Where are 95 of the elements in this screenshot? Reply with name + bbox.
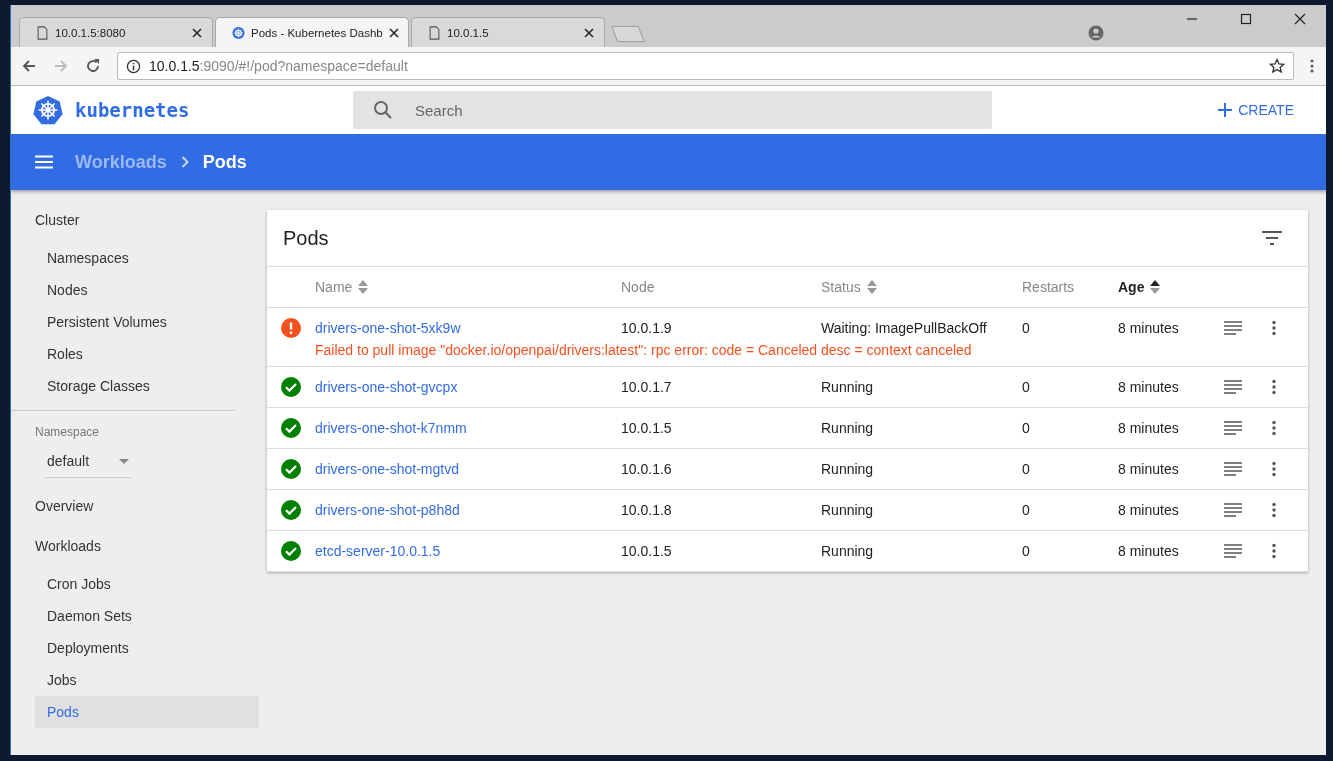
logs-icon[interactable] [1224,503,1242,517]
column-header[interactable]: Age [1118,279,1224,295]
plus-icon [1218,103,1233,117]
more-icon[interactable] [1272,543,1276,559]
sidebar-heading[interactable]: Overview [35,488,259,524]
logs-icon[interactable] [1224,380,1242,394]
table-cell-text: 8 minutes [1118,461,1180,477]
info-icon [126,58,141,74]
browser-tab[interactable]: 10.0.1.5:8080 [19,17,213,47]
namespace-dropdown[interactable]: default [45,449,131,478]
pod-link[interactable]: drivers-one-shot-5xk9w [315,320,621,336]
table-cell-text: 8 minutes [1118,543,1180,559]
close-icon[interactable] [1294,13,1306,25]
bookmark-star-icon[interactable] [1269,58,1285,74]
close-icon[interactable] [388,27,399,38]
table-cell-text: 0 [1022,502,1031,518]
column-header: Node [621,279,656,295]
sidebar-heading[interactable]: Cluster [35,202,259,238]
page-icon [428,25,441,40]
namespace-label: Namespace [35,425,101,439]
sidebar-heading[interactable]: Workloads [35,528,259,564]
column-header[interactable]: Name [315,279,621,295]
pod-link[interactable]: drivers-one-shot-gvcpx [315,379,621,395]
sidebar-item[interactable]: Roles [35,338,259,370]
table-cell-text: 10.0.1.5 [621,543,673,559]
table-cell-text: 8 minutes [1118,502,1180,518]
error-message: Failed to pull image "docker.io/openpai/drivers:latest": rpc error: code = Canceled desc = context canceled [314,342,973,360]
table-cell-text: 8 minutes [1118,420,1180,436]
sidebar-item[interactable]: Persistent Volumes [35,306,259,338]
pod-link[interactable]: drivers-one-shot-p8h8d [315,502,621,518]
table-cell-text: 0 [1022,461,1031,477]
table-cell-text: 10.0.1.6 [621,461,673,477]
sidebar-item[interactable]: Nodes [35,274,259,306]
caret-icon [119,458,129,464]
more-icon[interactable] [1272,379,1276,395]
sidebar-item[interactable]: Deployments [35,632,259,664]
table-cell-text: 0 [1022,543,1031,559]
browser-tab[interactable]: Pods - Kubernetes Dashb [215,17,409,47]
logo-text[interactable]: kubernetes [75,99,190,121]
sidebar-item[interactable]: Storage Classes [35,370,259,402]
helm-icon [232,25,245,40]
table-cell-text: Running [821,379,875,395]
chevron-icon [180,156,189,168]
page-title: Pods [202,151,247,173]
reload-icon[interactable] [85,58,101,74]
more-icon[interactable] [1272,320,1276,336]
more-icon[interactable] [1272,502,1276,518]
filter-icon[interactable] [1262,231,1282,245]
column-header[interactable]: Status [821,279,1022,295]
more-icon[interactable] [1272,420,1276,436]
search-field[interactable]: Search [413,100,972,120]
browser-tab[interactable]: 10.0.1.5 [411,17,605,47]
page-icon [36,25,49,40]
logs-icon[interactable] [1224,421,1242,435]
table-cell-text: 10.0.1.8 [621,502,673,518]
table-cell-text: Running [821,543,875,559]
back-icon[interactable] [21,58,37,74]
pod-link[interactable]: drivers-one-shot-k7nmm [315,420,621,436]
sidebar-item[interactable]: Cron Jobs [35,568,259,600]
helm-logo-icon[interactable] [33,95,63,125]
pod-link[interactable]: drivers-one-shot-mgtvd [315,461,621,477]
table-cell-text: 10.0.1.5 [621,420,673,436]
table-cell-text: 8 minutes [1118,320,1180,336]
maximize-icon[interactable] [1240,13,1252,25]
table-cell-text: 8 minutes [1118,379,1180,395]
card-title: Pods [283,226,329,250]
search-bar[interactable]: Search [353,91,992,129]
logs-icon[interactable] [1224,544,1242,558]
table-cell-text: 10.0.1.9 [621,320,673,336]
table-cell-text: 0 [1022,379,1031,395]
table-cell-text: Running [821,461,875,477]
close-icon[interactable] [584,27,594,38]
logs-icon[interactable] [1224,462,1242,476]
create-button[interactable]: CREATE [1214,98,1298,122]
table-cell-text: 0 [1022,320,1031,336]
sidebar-item[interactable]: Jobs [35,664,259,696]
menu-icon[interactable] [1310,58,1314,74]
table-cell-text: Running [821,502,875,518]
table-cell-text: 0 [1022,420,1031,436]
menu-icon[interactable] [35,155,53,169]
table-cell-text: 10.0.1.7 [621,379,673,395]
account-icon[interactable] [1088,25,1104,41]
column-header: Restarts [1022,279,1076,295]
search-icon [373,100,393,120]
sidebar-item[interactable]: Namespaces [35,242,259,274]
sidebar-item[interactable]: Daemon Sets [35,600,259,632]
more-icon[interactable] [1272,461,1276,477]
table-cell-text: Running [821,420,875,436]
table-cell-text: Waiting: ImagePullBackOff [821,320,988,336]
pod-link[interactable]: etcd-server-10.0.1.5 [315,543,621,559]
sidebar-item[interactable]: Pods [35,696,259,728]
address-bar[interactable]: 10.0.1.5:9090/#!/pod?namespace=default [117,52,1294,80]
close-icon[interactable] [192,27,202,38]
logs-icon[interactable] [1224,321,1242,335]
url-text: 10.0.1.5:9090/#!/pod?namespace=default [149,58,409,74]
